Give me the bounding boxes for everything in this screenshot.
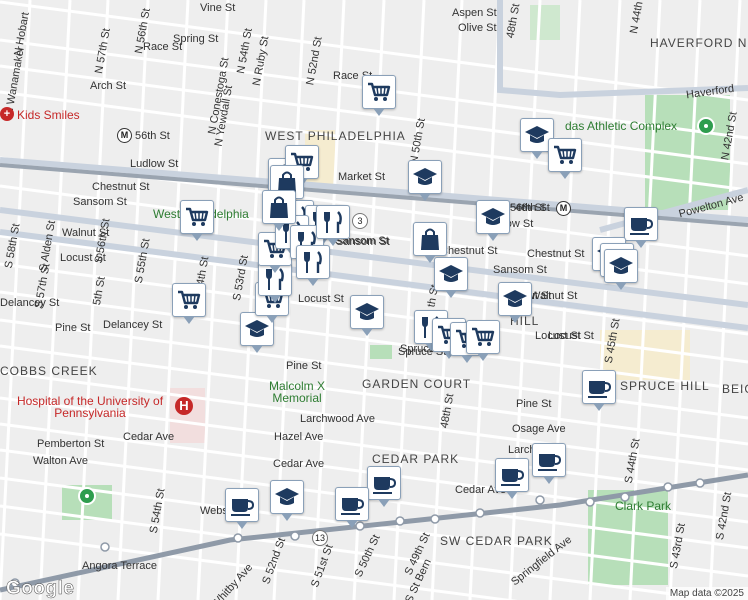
street-label: Walnut St [530, 290, 578, 302]
malcolm-x-park [370, 345, 392, 359]
street-label: Pine St [55, 322, 91, 334]
street-label: Vine St [200, 2, 236, 14]
park-pin-icon[interactable] [78, 487, 96, 505]
street-label: Pemberton St [37, 438, 105, 450]
map-marker[interactable] [350, 295, 384, 337]
map-marker[interactable] [367, 466, 401, 508]
metro-station-icon[interactable]: M [556, 201, 571, 216]
street-label: Angora Terrace [82, 560, 158, 572]
map-marker[interactable] [225, 488, 259, 530]
map-marker[interactable] [466, 320, 500, 362]
street-label: Chestnut St [527, 248, 585, 260]
street-label: Chestnut St [440, 245, 498, 257]
neighborhood-label: SW CEDAR PARK [440, 534, 553, 548]
neighborhood-label: SPRUCE HILL [620, 379, 710, 393]
map-marker[interactable] [296, 245, 330, 287]
map-marker[interactable] [476, 200, 510, 242]
street-label: Aspen St [452, 7, 497, 19]
map-marker[interactable] [262, 190, 296, 232]
street-label: Delancey St [103, 319, 163, 331]
street-label: Ludlow St [130, 158, 179, 170]
street-label: Osage Ave [512, 423, 566, 435]
map-marker[interactable] [408, 160, 442, 202]
metro-label[interactable]: 46th St [515, 202, 550, 214]
street-label: Arch St [90, 80, 127, 92]
park-pin-icon[interactable] [697, 117, 715, 135]
route-shield: 13 [312, 530, 328, 546]
poi-label-athletic-complex[interactable]: das Athletic Complex [565, 120, 677, 132]
street-label: Pine St [286, 360, 322, 372]
hospital-pin-icon[interactable]: H [175, 397, 193, 415]
map-marker[interactable] [270, 480, 304, 522]
map-attribution[interactable]: Map data ©2025 [665, 587, 748, 600]
street-label: Olive St [458, 22, 497, 34]
map-marker[interactable] [498, 282, 532, 324]
neighborhood-label: WEST PHILADELPHIA [265, 129, 406, 143]
metro-station-icon[interactable]: M [117, 128, 132, 143]
street-label: Locust St [298, 293, 344, 305]
street-label: Delancey St [0, 297, 60, 309]
park-area-north [530, 5, 560, 40]
poi-label-clark-park[interactable]: Clark Park [615, 500, 671, 512]
street-label: Cedar Ave [123, 431, 175, 443]
street-label: Locust St [548, 330, 594, 342]
poi-label-malcolm-x[interactable]: Malcolm X Memorial [262, 380, 332, 404]
street-label: Race St [143, 41, 183, 53]
map-marker[interactable] [316, 205, 350, 247]
route-shield: 3 [352, 213, 368, 229]
map-marker[interactable] [362, 75, 396, 117]
map-marker[interactable] [180, 200, 214, 242]
street-label: Market St [338, 171, 386, 183]
street-label: Chestnut St [92, 181, 150, 193]
street-label: Hazel Ave [274, 431, 324, 443]
map-marker[interactable] [582, 370, 616, 412]
neighborhood-label: HAVERFORD NORTH [650, 36, 748, 50]
street-label: Sansom St [73, 196, 127, 208]
neighborhood-label: CEDAR PARK [372, 452, 460, 466]
poi-label-kids-smiles[interactable]: Kids Smiles [17, 109, 80, 121]
map-canvas[interactable]: Vine St Aspen St Olive St Spring St Race… [0, 0, 748, 600]
street-label: Cedar Ave [273, 458, 325, 470]
street-label: Larchwood Ave [300, 413, 376, 425]
map-marker[interactable] [604, 249, 638, 291]
map-marker[interactable] [532, 443, 566, 485]
neighborhood-label: BEIG [722, 382, 748, 396]
poi-label-hospital[interactable]: Hospital of the University of Pennsylvan… [10, 395, 170, 419]
map-marker[interactable] [548, 138, 582, 180]
street-label: Sansom St [493, 264, 547, 276]
street-label: Pine St [516, 398, 552, 410]
map-marker[interactable] [335, 487, 369, 529]
map-marker[interactable] [172, 283, 206, 325]
neighborhood-label: GARDEN COURT [362, 377, 472, 391]
street-label: Walton Ave [33, 455, 89, 467]
metro-label[interactable]: 56th St [135, 130, 170, 142]
neighborhood-label: COBBS CREEK [0, 364, 98, 378]
map-marker[interactable] [434, 257, 468, 299]
google-logo: Google [6, 578, 75, 600]
map-marker[interactable] [495, 458, 529, 500]
dentist-pin-icon[interactable]: + [0, 107, 14, 121]
